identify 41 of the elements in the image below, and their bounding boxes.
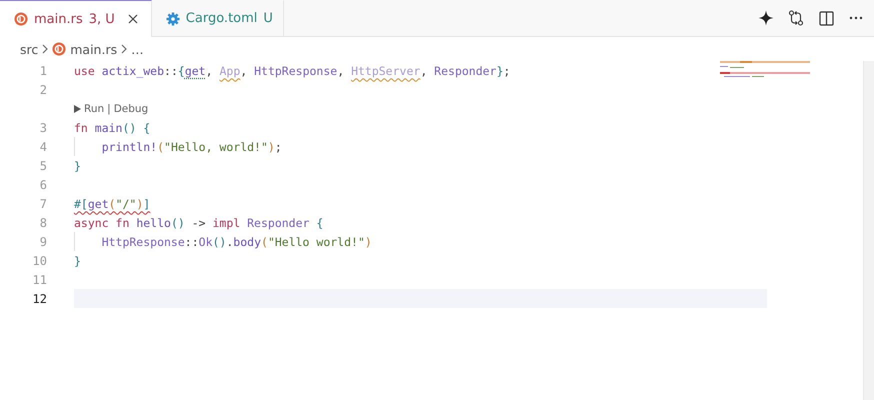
close-icon: [128, 14, 138, 24]
split-editor-icon[interactable]: [818, 10, 834, 26]
code-line: }: [74, 158, 82, 174]
code-line: HttpResponse::Ok().body("Hello world!"): [74, 232, 767, 251]
compare-changes-icon[interactable]: [788, 10, 804, 26]
sparkle-icon[interactable]: [758, 10, 774, 26]
line-number: 6: [38, 178, 47, 192]
line-number: 8: [38, 216, 47, 230]
tab-label: Cargo.toml: [186, 11, 258, 26]
file-status: U: [263, 11, 273, 26]
code-line: fn main() {: [74, 120, 152, 136]
line-number: 9: [38, 234, 47, 248]
line-number: 7: [38, 196, 47, 210]
line-number: 1: [38, 64, 47, 78]
separator: |: [107, 102, 111, 114]
breadcrumb-item[interactable]: …: [131, 42, 144, 56]
line-number: 3: [38, 120, 47, 134]
line-number: 5: [38, 158, 47, 172]
code-line: println!("Hello, world!");: [74, 137, 767, 156]
editor-tab[interactable]: main.rs 3, U: [0, 0, 152, 37]
code-line: #[get("/")]: [74, 196, 152, 212]
file-status: 3, U: [88, 12, 115, 26]
play-icon: [74, 104, 81, 112]
breadcrumb-item[interactable]: src: [20, 42, 38, 56]
line-number: 12: [32, 292, 47, 306]
line-number: 10: [32, 254, 47, 268]
codelens-link[interactable]: Run: [84, 102, 104, 114]
rust-icon: [14, 12, 28, 26]
chevron-icon: [121, 44, 128, 54]
code-line: use actix_web::{get, App, HttpResponse, HttpServer, Responder};: [74, 62, 512, 80]
breadcrumb-item[interactable]: main.rs: [70, 42, 118, 56]
line-number: 11: [32, 272, 47, 286]
tab-label: main.rs: [34, 12, 83, 26]
line-number: 2: [38, 82, 47, 96]
codelens-link[interactable]: Debug: [114, 102, 148, 114]
rust-icon: [52, 42, 66, 56]
chevron-icon: [42, 44, 48, 54]
line-number: 4: [38, 140, 47, 154]
gear-icon: [166, 12, 180, 26]
code-line: async fn hello() -> impl Responder {: [74, 214, 324, 232]
code-line: }: [74, 252, 82, 270]
